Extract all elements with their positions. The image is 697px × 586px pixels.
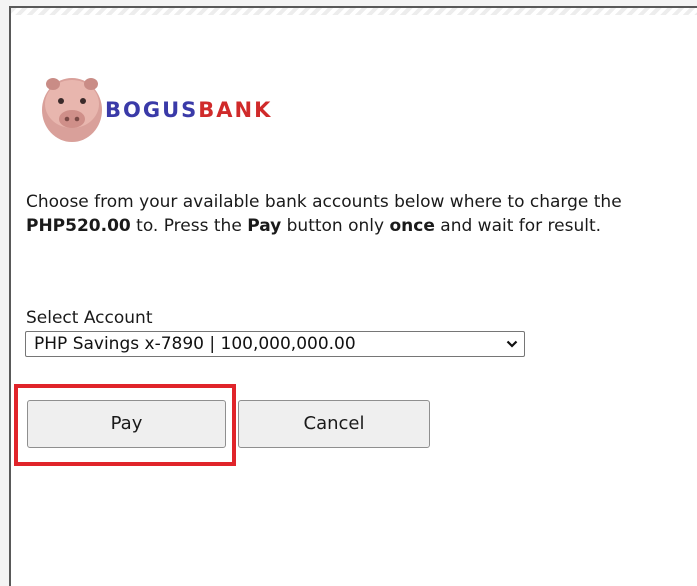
charge-amount: PHP520.00 (26, 216, 131, 236)
pay-button[interactable]: Pay (27, 400, 226, 448)
piggy-bank-icon (42, 78, 102, 142)
account-select-value: PHP Savings x-7890 | 100,000,000.00 (34, 334, 356, 354)
message-text-3: button only (281, 216, 390, 236)
select-account-label: Select Account (26, 308, 153, 328)
message-text-4: and wait for result. (434, 216, 602, 236)
bank-logo: BOGUSBANK (39, 74, 369, 146)
account-select[interactable]: PHP Savings x-7890 | 100,000,000.00 (25, 331, 525, 357)
payment-page: BOGUSBANK Choose from your available ban… (9, 6, 697, 586)
once-word: once (389, 216, 435, 236)
instruction-message: Choose from your available bank accounts… (26, 190, 694, 238)
pay-word: Pay (247, 216, 282, 236)
bank-name-part2: BANK (198, 98, 273, 122)
top-border-hatch (11, 8, 697, 15)
chevron-down-icon (506, 340, 518, 348)
bank-name: BOGUSBANK (105, 100, 272, 121)
bank-name-part1: BOGUS (105, 98, 199, 122)
message-text-1: Choose from your available bank accounts… (26, 192, 622, 212)
message-text-2: to. Press the (130, 216, 248, 236)
cancel-button[interactable]: Cancel (238, 400, 430, 448)
